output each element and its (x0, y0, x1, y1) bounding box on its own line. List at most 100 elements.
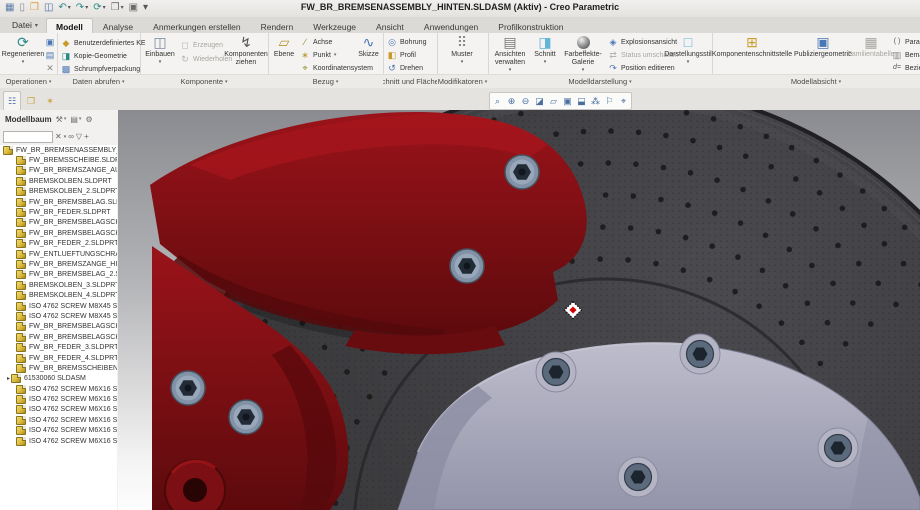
ribbon-tab[interactable]: Analyse (93, 18, 143, 34)
publish-geometry-button[interactable]: ▣ Publiziergeometrie (792, 34, 854, 59)
tree-item[interactable]: ▸ ISO 4762 SCREW M6X16 STEEL (0, 394, 117, 404)
ribbon-tab[interactable]: Anmerkungen erstellen (143, 18, 250, 34)
copy-geometry-button[interactable]: ◨Kopie-Geometrie (61, 50, 127, 62)
section-button[interactable]: ◨ Schnitt▾ (531, 34, 559, 65)
repaint-button[interactable]: ◪ (533, 95, 546, 108)
folder-browser-tab[interactable]: ❒ (22, 91, 40, 112)
model-tree-tab[interactable]: ☷ (3, 91, 21, 112)
group-label-component[interactable]: Komponente▾ (140, 74, 268, 88)
add-filter-button[interactable]: + (84, 132, 89, 142)
tree-item[interactable]: ▸ FW_BR_FEDER_3.SLDPRT (0, 342, 117, 352)
zoom-in-button[interactable]: ⊕ (505, 95, 518, 108)
tree-item[interactable]: ▸ FW_BR_FEDER_2.SLDPRT (0, 239, 117, 249)
tree-item[interactable]: ▸ ISO 4762 SCREW M6X16 STEEL (0, 436, 117, 446)
sketch-button[interactable]: ∿ Skizze (356, 34, 381, 59)
refit-button[interactable]: ⌕ (491, 95, 504, 108)
revolve-button[interactable]: ↺Drehen (387, 62, 423, 74)
delete-button[interactable]: ✕ (45, 62, 55, 74)
ribbon-tab[interactable]: Modell (46, 18, 93, 34)
group-label-datum[interactable]: Bezug▾ (268, 74, 383, 88)
expand-arrow-icon[interactable]: ▸ (7, 375, 10, 382)
tree-item[interactable]: ▸ FW_BR_BREMSZANGE_HINTEN.SLDPRT (0, 259, 117, 269)
tree-item[interactable]: ▸ FW_ENTLUEFTUNGSCHRAUBE_1.SLDPRT (0, 249, 117, 259)
tree-item[interactable]: ▸ FW_BREMSSCHEIBE.SLDPRT (0, 155, 117, 165)
tree-item[interactable]: ▸ FW_BR_BREMSSCHEIBENAUFNAHME.SLDPRT (0, 363, 117, 373)
tree-item[interactable]: ▸ FW_BR_BREMSBELAGSCHRAUBE.SLDPRT (0, 322, 117, 332)
group-label-cut-surface[interactable]: Schnitt und Fläche▾ (383, 74, 437, 88)
group-label-model-display[interactable]: Modelldarstellung▾ (488, 74, 712, 88)
group-label-get-data[interactable]: Daten abrufen▾ (57, 74, 140, 88)
group-label-model-intent[interactable]: Modellabsicht▾ (712, 74, 920, 88)
tree-item[interactable]: ▸ FW_BR_BREMSBELAGSCHRAUBE.SLDPRT (0, 228, 117, 238)
regenerate-button[interactable]: ⟳ Regenerieren▾ (2, 34, 44, 65)
point-button[interactable]: ∗Punkt▾ (300, 49, 336, 61)
ribbon-tab[interactable]: Werkzeuge (303, 18, 366, 34)
search-options-button[interactable]: ▾ (64, 132, 67, 142)
ribbon-tab[interactable]: Ansicht (366, 18, 414, 34)
tree-item[interactable]: ▸ ISO 4762 SCREW M8X45 STEEL (0, 301, 117, 311)
filter-button[interactable]: ▽ (76, 132, 82, 142)
tree-item[interactable]: ▸ ISO 4762 SCREW M6X16 STEEL (0, 415, 117, 425)
tree-item[interactable]: ▸ ISO 4762 SCREW M8X45 STEEL (0, 311, 117, 321)
tree-item[interactable]: ▸ BREMSKOLBEN_4.SLDPRT (0, 290, 117, 300)
clear-search-button[interactable]: ✕ (55, 132, 62, 142)
pattern-button[interactable]: ⠿ Muster▾ (442, 34, 482, 65)
tree-item[interactable]: ▸ FW_BR_BREMSBELAG_2.SLDPRT (0, 270, 117, 280)
find-button[interactable]: ∞ (68, 132, 74, 142)
datum-display-button[interactable]: ⁂ (589, 95, 602, 108)
display-style-button[interactable]: □ Darstellungsstil▾ (668, 34, 708, 65)
copy-button[interactable]: ▣ (45, 36, 55, 48)
parameters-button[interactable]: ( )Parameter (892, 36, 920, 48)
csys-button[interactable]: ⌖Koordinatensystem (300, 62, 373, 74)
favorites-tab[interactable]: ✶ (41, 91, 59, 112)
tree-item[interactable]: ▸ FW_BR_BREMSBELAGSCHRAUBE.SLDPRT (0, 218, 117, 228)
tree-tools-button[interactable]: ⚒▾ (56, 115, 67, 124)
tree-settings-button[interactable]: ⚙ (85, 115, 92, 124)
tree-item[interactable]: ▸ ISO 4762 SCREW M6X16 STEEL (0, 405, 117, 415)
tree-item[interactable]: ▸ ISO 4762 SCREW M6X16 STEEL (0, 384, 117, 394)
tree-item[interactable]: ▸ BREMSKOLBEN_2.SLDPRT (0, 187, 117, 197)
view-manager-button[interactable]: ⬓ (575, 95, 588, 108)
group-label-operations[interactable]: Operationen▾ (0, 74, 57, 88)
tree-item[interactable]: ▸ FW_BR_BREMSENASSEMBLY_HINTEN.SLDASM (0, 145, 117, 155)
zoom-out-button[interactable]: ⊖ (519, 95, 532, 108)
ribbon-tab[interactable]: Rendern (251, 18, 304, 34)
edit-position-button[interactable]: ↷Position editieren (608, 62, 675, 74)
drag-components-button[interactable]: ↯ Komponenten ziehen (226, 34, 266, 67)
component-interface-button[interactable]: ⊞ Komponentenschnittstelle (714, 34, 790, 59)
tree-item[interactable]: ▸ FW_BR_BREMSZANGE_AUSSEN.SLDPRT (0, 166, 117, 176)
saved-views-button[interactable]: ▣ (561, 95, 574, 108)
tree-show-button[interactable]: ▤▾ (70, 115, 81, 124)
dimensions-button[interactable]: ▥Bemaßung (892, 49, 920, 61)
display-style-button[interactable]: ▱ (547, 95, 560, 108)
ribbon-tab[interactable]: Profilkonstruktion (488, 18, 573, 34)
tree-item[interactable]: ▸ 61530060 SLDASM (0, 374, 117, 384)
create-component-button[interactable]: ◻Erzeugen (180, 39, 223, 51)
group-label-modifiers[interactable]: Modifikatoren▾ (437, 74, 488, 88)
extrude-button[interactable]: ◧Profil (387, 49, 416, 61)
relations-button[interactable]: d=Beziehungen (892, 62, 920, 74)
spin-center-button[interactable]: ⌖ (617, 95, 630, 108)
tree-item[interactable]: ▸ BREMSKOLBEN_3.SLDPRT (0, 280, 117, 290)
family-table-button[interactable]: ▦ Familientabelle (854, 34, 888, 59)
appearance-gallery-button[interactable]: Farbeffekte-Galerie▾ (560, 34, 606, 73)
tree-item[interactable]: ▸ FW_BR_BREMSBELAG.SLDPRT (0, 197, 117, 207)
3d-viewport[interactable] (118, 110, 920, 510)
custom-feature-button[interactable]: ◆Benutzerdefiniertes KE (61, 37, 146, 49)
ribbon-tab[interactable]: Anwendungen (414, 18, 488, 34)
tree-item[interactable]: ▸ BREMSKOLBEN.SLDPRT (0, 176, 117, 186)
assemble-button[interactable]: ◫ Einbauen▾ (144, 34, 176, 65)
tree-item[interactable]: ▸ FW_BR_BREMSBELAGSCHRAUBE.SLDPRT (0, 332, 117, 342)
tree-item[interactable]: ▸ ISO 4762 SCREW M6X16 STEEL (0, 426, 117, 436)
tree-search-input[interactable] (3, 131, 53, 143)
file-menu-button[interactable]: Datei▾ (4, 18, 46, 32)
plane-button[interactable]: ▱ Ebene (271, 34, 297, 59)
axis-button[interactable]: ∕Achse (300, 36, 332, 48)
manage-views-button[interactable]: ▤ Ansichten verwalten▾ (491, 34, 529, 73)
annotation-display-button[interactable]: ⚐ (603, 95, 616, 108)
paste-button[interactable]: ▤ (45, 49, 55, 61)
exploded-view-button[interactable]: ◈Explosionsansicht (608, 36, 677, 48)
tree-item[interactable]: ▸ FW_BR_FEDER_4.SLDPRT (0, 353, 117, 363)
hole-button[interactable]: ◎Bohrung (387, 36, 426, 48)
tree-item[interactable]: ▸ FW_BR_FEDER.SLDPRT (0, 207, 117, 217)
